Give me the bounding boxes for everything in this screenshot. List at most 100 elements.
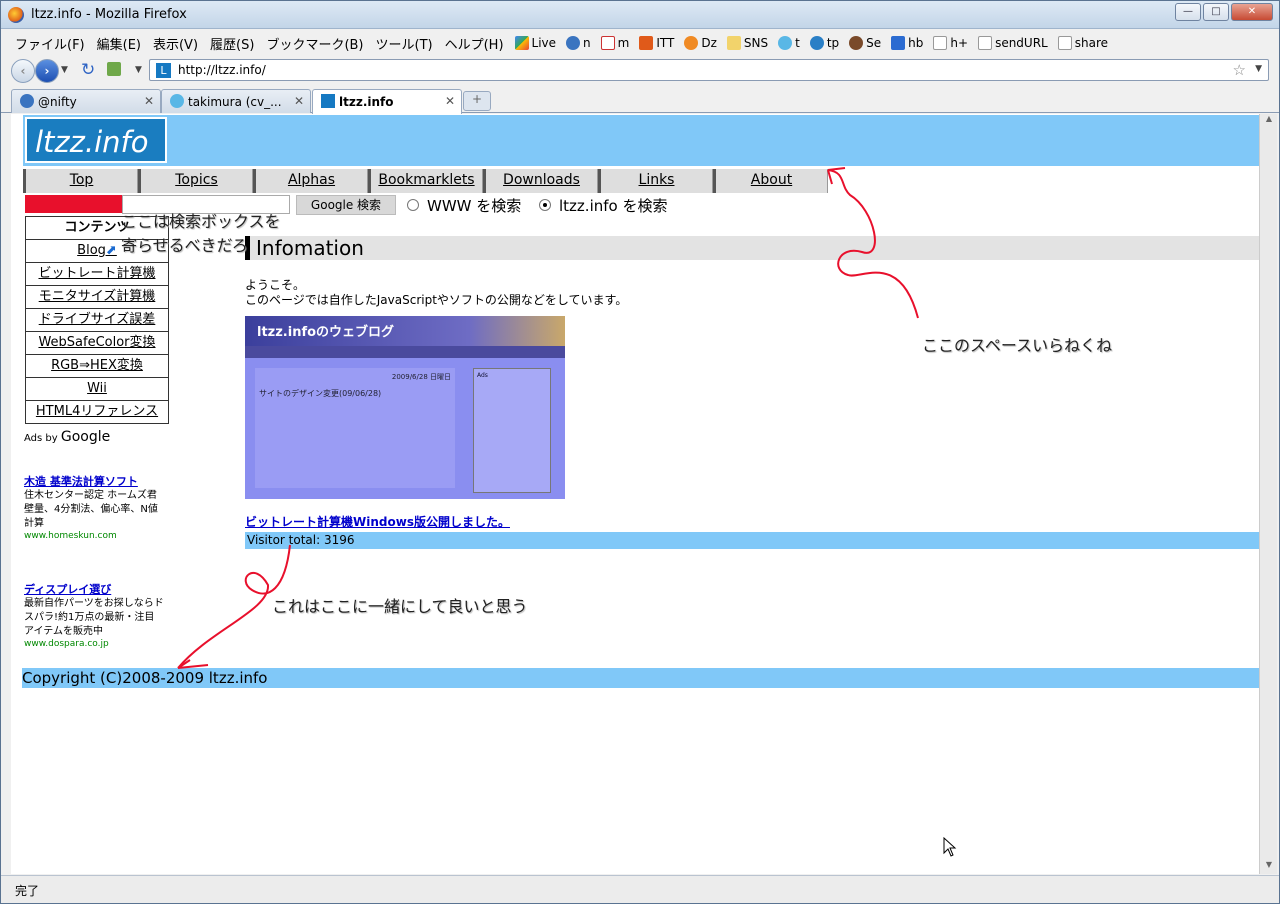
side-item-wii[interactable]: Wii xyxy=(25,378,169,401)
new-tab-button[interactable]: + xyxy=(463,91,491,111)
ad-body: 住木センター認定 ホームズ君 壁量、4分割法、偏心率、N値計算 xyxy=(24,490,158,529)
forward-button[interactable]: › xyxy=(35,59,59,83)
tab-ltzz[interactable]: ltzz.info ✕ xyxy=(312,89,462,114)
site-logo[interactable]: ltzz.info xyxy=(25,117,167,163)
bookmark-label: sendURL xyxy=(995,36,1048,50)
close-tab-icon[interactable]: ✕ xyxy=(445,94,455,108)
bookmark-live[interactable]: Live xyxy=(510,36,562,50)
nifty-icon xyxy=(566,36,581,50)
tp-icon xyxy=(809,36,824,50)
blog-shot-sidebar: Ads xyxy=(473,368,551,493)
welcome-line-2: このページでは自作したJavaScriptやソフトの公開などをしています。 xyxy=(245,293,628,307)
main-content: Infomation ようこそ。 このページでは自作したJavaScriptやソ… xyxy=(245,236,1259,549)
reload-icon[interactable]: ↻ xyxy=(81,60,95,80)
ad-url[interactable]: www.dospara.co.jp xyxy=(24,639,164,649)
blog-shot-post: サイトのデザイン変更(09/06/28) xyxy=(259,389,382,398)
google-search-button[interactable]: Google 検索 xyxy=(296,195,396,215)
nav-topics[interactable]: Topics xyxy=(138,169,253,193)
bookmark-label: t xyxy=(795,36,800,50)
side-item-websafe[interactable]: WebSafeColor変換 xyxy=(25,332,169,355)
bookmark-n[interactable]: n xyxy=(561,36,596,50)
back-button[interactable]: ‹ xyxy=(11,59,35,83)
history-dropdown-icon[interactable]: ▼ xyxy=(61,65,68,75)
bookmark-sns[interactable]: SNS xyxy=(722,36,773,50)
menu-bookmarks[interactable]: ブックマーク(B) xyxy=(260,34,369,53)
welcome-text: ようこそ。 このページでは自作したJavaScriptやソフトの公開などをしてい… xyxy=(245,278,1259,308)
gmail-icon xyxy=(600,36,615,50)
bookmark-sendurl[interactable]: sendURL xyxy=(973,36,1053,50)
maximize-button[interactable]: □ xyxy=(1203,3,1229,21)
bookmark-label: Live xyxy=(531,36,557,50)
menu-view[interactable]: 表示(V) xyxy=(147,34,204,53)
itt-icon xyxy=(639,36,654,50)
ad-title[interactable]: ディスプレイ選び xyxy=(24,581,164,597)
nav-about[interactable]: About xyxy=(713,169,828,193)
bookmark-dz[interactable]: Dz xyxy=(679,36,722,50)
bookmark-star-icon[interactable]: ☆ xyxy=(1233,61,1246,79)
nav-downloads[interactable]: Downloads xyxy=(483,169,598,193)
menu-history[interactable]: 履歴(S) xyxy=(204,34,260,53)
bookmark-se[interactable]: Se xyxy=(844,36,886,50)
nav-alphas[interactable]: Alphas xyxy=(253,169,368,193)
bookmark-itt[interactable]: ITT xyxy=(634,36,679,50)
window-controls: — □ ✕ xyxy=(1175,3,1273,21)
news-link[interactable]: ビットレート計算機Windows版公開しました。 xyxy=(245,513,1259,530)
menu-help[interactable]: ヘルプ(H) xyxy=(439,34,510,53)
ad-title[interactable]: 木造 基準法計算ソフト xyxy=(24,473,164,489)
vertical-scrollbar[interactable]: ▲ ▼ xyxy=(1259,114,1277,874)
radio-site[interactable] xyxy=(539,199,551,211)
info-heading: Infomation xyxy=(245,236,1259,260)
se-icon xyxy=(849,36,864,50)
google-logo: Google xyxy=(60,429,111,445)
side-item-html4[interactable]: HTML4リファレンス xyxy=(25,401,169,424)
bookmark-label: tp xyxy=(826,36,840,50)
nav-top[interactable]: Top xyxy=(23,169,138,193)
bookmark-hplus[interactable]: h+ xyxy=(928,36,973,50)
google-icon xyxy=(514,36,529,50)
side-item-bitrate[interactable]: ビットレート計算機 xyxy=(25,263,169,286)
side-item-monitor[interactable]: モニタサイズ計算機 xyxy=(25,286,169,309)
minimize-button[interactable]: — xyxy=(1175,3,1201,21)
nav-bookmarklets[interactable]: Bookmarklets xyxy=(368,169,483,193)
tab-label: @nifty xyxy=(38,95,77,109)
home-icon[interactable] xyxy=(107,62,121,76)
chevron-down-icon[interactable]: ▼ xyxy=(135,65,142,75)
side-item-drive[interactable]: ドライブサイズ誤差 xyxy=(25,309,169,332)
ads-block: Ads by Google 木造 基準法計算ソフト 住木センター認定 ホームズ君… xyxy=(24,429,164,649)
url-dropdown-icon[interactable]: ▼ xyxy=(1255,64,1262,74)
ads-by-google[interactable]: Ads by Google xyxy=(24,429,164,445)
page-icon xyxy=(978,36,993,50)
bookmark-label: n xyxy=(583,36,591,50)
scroll-up-icon[interactable]: ▲ xyxy=(1262,114,1276,128)
bookmark-hb[interactable]: hb xyxy=(886,36,928,50)
bookmark-tp[interactable]: tp xyxy=(805,36,844,50)
ad-url[interactable]: www.homeskun.com xyxy=(24,531,164,541)
firefox-icon xyxy=(8,7,24,23)
bookmark-t[interactable]: t xyxy=(773,36,805,50)
site-nav: Top Topics Alphas Bookmarklets Downloads… xyxy=(23,169,828,193)
close-tab-icon[interactable]: ✕ xyxy=(144,94,154,108)
bookmark-share[interactable]: share xyxy=(1053,36,1113,50)
menu-edit[interactable]: 編集(E) xyxy=(91,34,147,53)
status-text: 完了 xyxy=(15,884,40,898)
status-bar: 完了 xyxy=(1,875,1279,903)
nav-links[interactable]: Links xyxy=(598,169,713,193)
blog-screenshot[interactable]: ltzz.infoのウェブログ 2009/6/28 日曜日 サイトのデザイン変更… xyxy=(245,316,565,499)
url-text[interactable]: http://ltzz.info/ xyxy=(178,63,266,77)
bookmark-label: ITT xyxy=(656,36,675,50)
address-bar[interactable]: L http://ltzz.info/ ☆ ▼ xyxy=(149,59,1269,81)
close-tab-icon[interactable]: ✕ xyxy=(294,94,304,108)
bookmark-m[interactable]: m xyxy=(596,36,635,50)
bookmark-label: m xyxy=(617,36,630,50)
menu-file[interactable]: ファイル(F) xyxy=(9,34,91,53)
footer-copyright: Copyright (C)2008-2009 ltzz.info xyxy=(22,668,1259,688)
tab-takimura[interactable]: takimura (cv_... ✕ xyxy=(161,89,311,113)
radio-www[interactable] xyxy=(407,199,419,211)
scroll-down-icon[interactable]: ▼ xyxy=(1262,860,1276,874)
side-item-label: Blog xyxy=(77,243,106,258)
close-window-button[interactable]: ✕ xyxy=(1231,3,1273,21)
bookmark-label: share xyxy=(1074,36,1108,50)
side-item-rgbhex[interactable]: RGB⇒HEX変換 xyxy=(25,355,169,378)
tab-nifty[interactable]: @nifty ✕ xyxy=(11,89,161,113)
menu-tools[interactable]: ツール(T) xyxy=(370,34,439,53)
